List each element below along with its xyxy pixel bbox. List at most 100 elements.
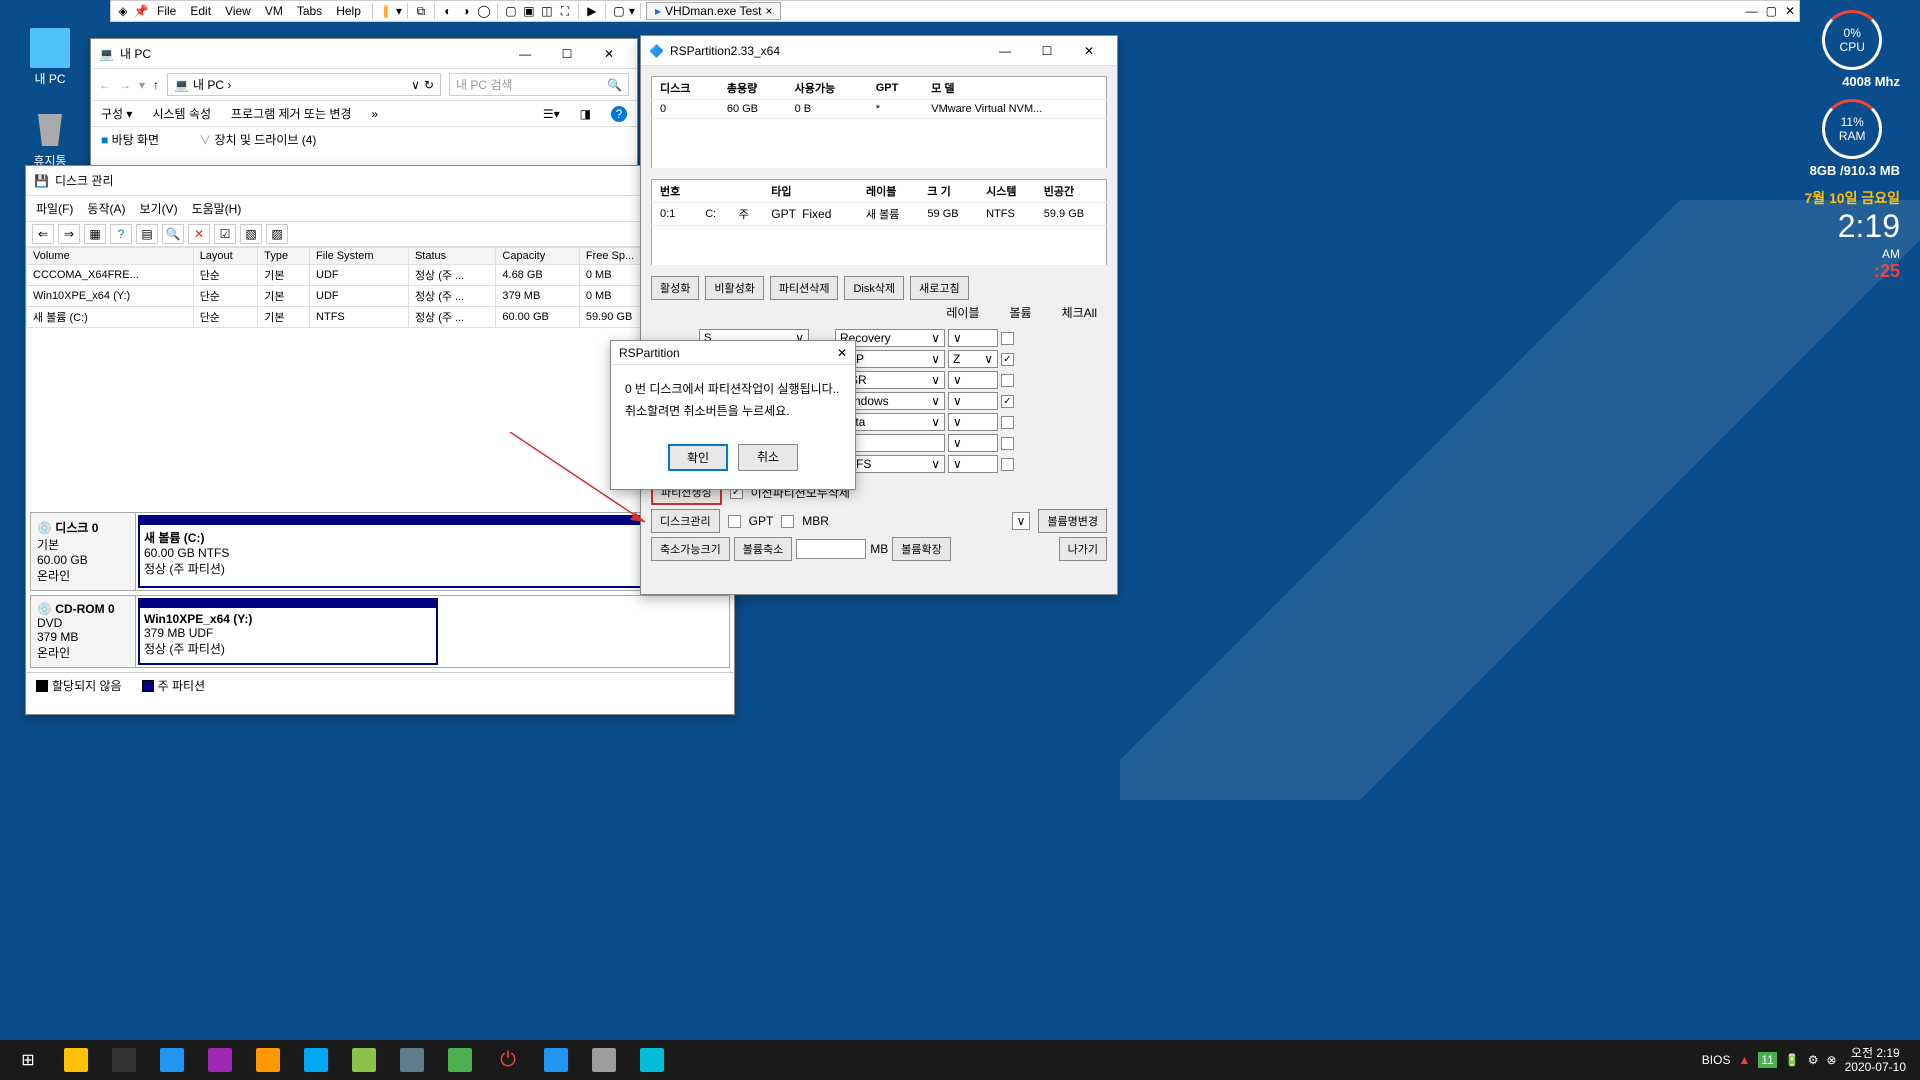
menu-help[interactable]: 도움말(H) [192,200,242,217]
taskbar-explorer[interactable] [52,1040,100,1080]
table-row[interactable]: 새 볼륨 (C:)단순기본NTFS정상 (주 ...60.00 GB59.90 … [27,307,734,328]
close-icon[interactable]: × [765,4,772,18]
toolbar-icon[interactable]: ▧ [240,224,262,244]
taskbar-app[interactable] [388,1040,436,1080]
tray-icon[interactable]: ▲ [1738,1053,1750,1067]
shrink-button[interactable]: 볼륨축소 [734,537,792,561]
mb-input[interactable] [796,539,866,559]
tray-icon[interactable]: 🔋 [1785,1053,1800,1067]
menu-file[interactable]: 파일(F) [36,200,73,217]
vol-select[interactable]: ∨ [948,371,998,389]
multi-icon[interactable]: ▣ [521,3,537,19]
vm-tab[interactable]: ▸ VHDman.exe Test × [646,2,782,20]
refresh-icon[interactable]: ↻ [424,78,434,92]
toolbar-icon[interactable]: ◑ [458,3,474,19]
fullscreen-icon[interactable]: ⛶ [557,3,573,19]
extend-button[interactable]: 볼륨확장 [892,537,950,561]
vm-menu-file[interactable]: File [151,2,182,20]
row-checkbox[interactable] [1001,332,1014,345]
search-input[interactable]: 내 PC 검색 🔍 [449,73,629,96]
close-icon[interactable]: ✕ [837,346,847,360]
deactivate-button[interactable]: 비활성화 [705,276,763,300]
unity-icon[interactable]: ◫ [539,3,555,19]
col-layout[interactable]: Layout [193,248,258,265]
toolbar-icon[interactable]: ◯ [476,3,492,19]
taskbar-app[interactable] [532,1040,580,1080]
more-icon[interactable]: » [371,107,378,121]
dropdown-icon[interactable]: ▾ [396,4,402,18]
gpt-checkbox[interactable] [728,515,741,528]
maximize-button[interactable]: ☐ [547,40,587,68]
desktop-icon-mypc[interactable]: 내 PC [15,28,85,87]
organize-menu[interactable]: 구성 ▾ [101,105,132,122]
forward-icon[interactable]: ⇒ [58,224,80,244]
breadcrumb[interactable]: 내 PC › [193,76,231,93]
tray-icon[interactable]: ⊗ [1827,1053,1837,1067]
maximize-button[interactable]: ☐ [1027,37,1067,65]
delete-icon[interactable]: ✕ [188,224,210,244]
menu-action[interactable]: 동작(A) [87,200,125,217]
vm-menu-view[interactable]: View [219,2,257,20]
cancel-button[interactable]: 취소 [738,444,798,471]
diskmgr-titlebar[interactable]: 💾디스크 관리 — [26,166,734,196]
forward-button[interactable]: → [119,78,131,92]
table-row[interactable]: CCCOMA_X64FRE...단순기본UDF정상 (주 ...4.68 GB0… [27,265,734,286]
ok-button[interactable]: 확인 [668,444,728,471]
pause-icon[interactable]: ∥ [378,3,394,19]
tray-badge[interactable]: 11 [1758,1052,1776,1068]
row-checkbox[interactable] [1001,353,1014,366]
address-bar[interactable]: 💻 내 PC › ∨ ↻ [167,73,441,96]
refresh-button[interactable]: 새로고침 [910,276,968,300]
toolbar-icon[interactable]: ▦ [84,224,106,244]
pin-icon[interactable]: 📌 [133,3,149,19]
desktop-icon-recycle[interactable]: 휴지통 [15,110,85,169]
cdrom-panel[interactable]: 💿 CD-ROM 0 DVD 379 MB 온라인 Win10XPE_x64 (… [30,595,730,668]
minimize-icon[interactable]: — [1746,4,1758,18]
help-icon[interactable]: ? [611,106,627,122]
tray-icon[interactable]: ⚙ [1808,1053,1819,1067]
close-button[interactable]: ✕ [589,40,629,68]
check-icon[interactable]: ☑ [214,224,236,244]
toolbar-icon[interactable]: ▤ [136,224,158,244]
vol-select[interactable]: ∨ [948,329,998,347]
devices-group[interactable]: ∨ 장치 및 드라이브 (4) [199,131,316,148]
vol-select[interactable]: ∨ [948,413,998,431]
dropdown-icon[interactable]: ▾ [139,78,145,92]
exit-button[interactable]: 나가기 [1059,537,1107,561]
explorer-titlebar[interactable]: 💻내 PC — ☐ ✕ [91,39,637,69]
dialog-titlebar[interactable]: RSPartition ✕ [611,341,855,365]
taskbar-app[interactable] [436,1040,484,1080]
taskbar-app[interactable] [580,1040,628,1080]
rspart-titlebar[interactable]: 🔷RSPartition2.33_x64 — ☐ ✕ [641,36,1117,66]
col-capacity[interactable]: Capacity [496,248,579,265]
taskbar-app[interactable] [244,1040,292,1080]
taskbar-app[interactable] [292,1040,340,1080]
dropdown-icon[interactable]: ▾ [629,4,635,18]
partition-c[interactable]: 새 볼륨 (C:) 60.00 GB NTFS 정상 (주 파티션) [138,515,727,588]
table-row[interactable]: 060 GB0 B*VMware Virtual NVM... [652,100,1107,119]
vol-select[interactable]: ∨ [948,455,998,473]
snapshot-icon[interactable]: ⧉ [413,3,429,19]
vm-menu-vm[interactable]: VM [259,2,289,20]
system-props-button[interactable]: 시스템 속성 [152,105,211,122]
vol-select[interactable]: ∨ [948,434,998,452]
delete-disk-button[interactable]: Disk삭제 [844,276,904,300]
vm-menu-edit[interactable]: Edit [184,2,217,20]
toolbar-icon[interactable]: ▨ [266,224,288,244]
shrinksize-button[interactable]: 축소가능크기 [651,537,730,561]
partition-y[interactable]: Win10XPE_x64 (Y:) 379 MB UDF 정상 (주 파티션) [138,598,438,665]
start-button[interactable]: ⊞ [4,1040,52,1080]
console-icon[interactable]: ▶ [584,3,600,19]
vm-menu-tabs[interactable]: Tabs [291,2,328,20]
row-checkbox[interactable] [1001,437,1014,450]
back-button[interactable]: ← [99,78,111,92]
table-row[interactable]: Win10XPE_x64 (Y:)단순기본UDF정상 (주 ...379 MB0… [27,286,734,307]
up-button[interactable]: ↑ [153,78,159,92]
close-icon[interactable]: ✕ [1785,4,1795,18]
diskmgr-button[interactable]: 디스크관리 [651,509,720,533]
sidebar-item-desktop[interactable]: ■ 바탕 화면 [101,131,159,148]
row-checkbox[interactable] [1001,416,1014,429]
activate-button[interactable]: 활성화 [651,276,699,300]
search-icon[interactable]: 🔍 [607,78,622,92]
back-icon[interactable]: ⇐ [32,224,54,244]
